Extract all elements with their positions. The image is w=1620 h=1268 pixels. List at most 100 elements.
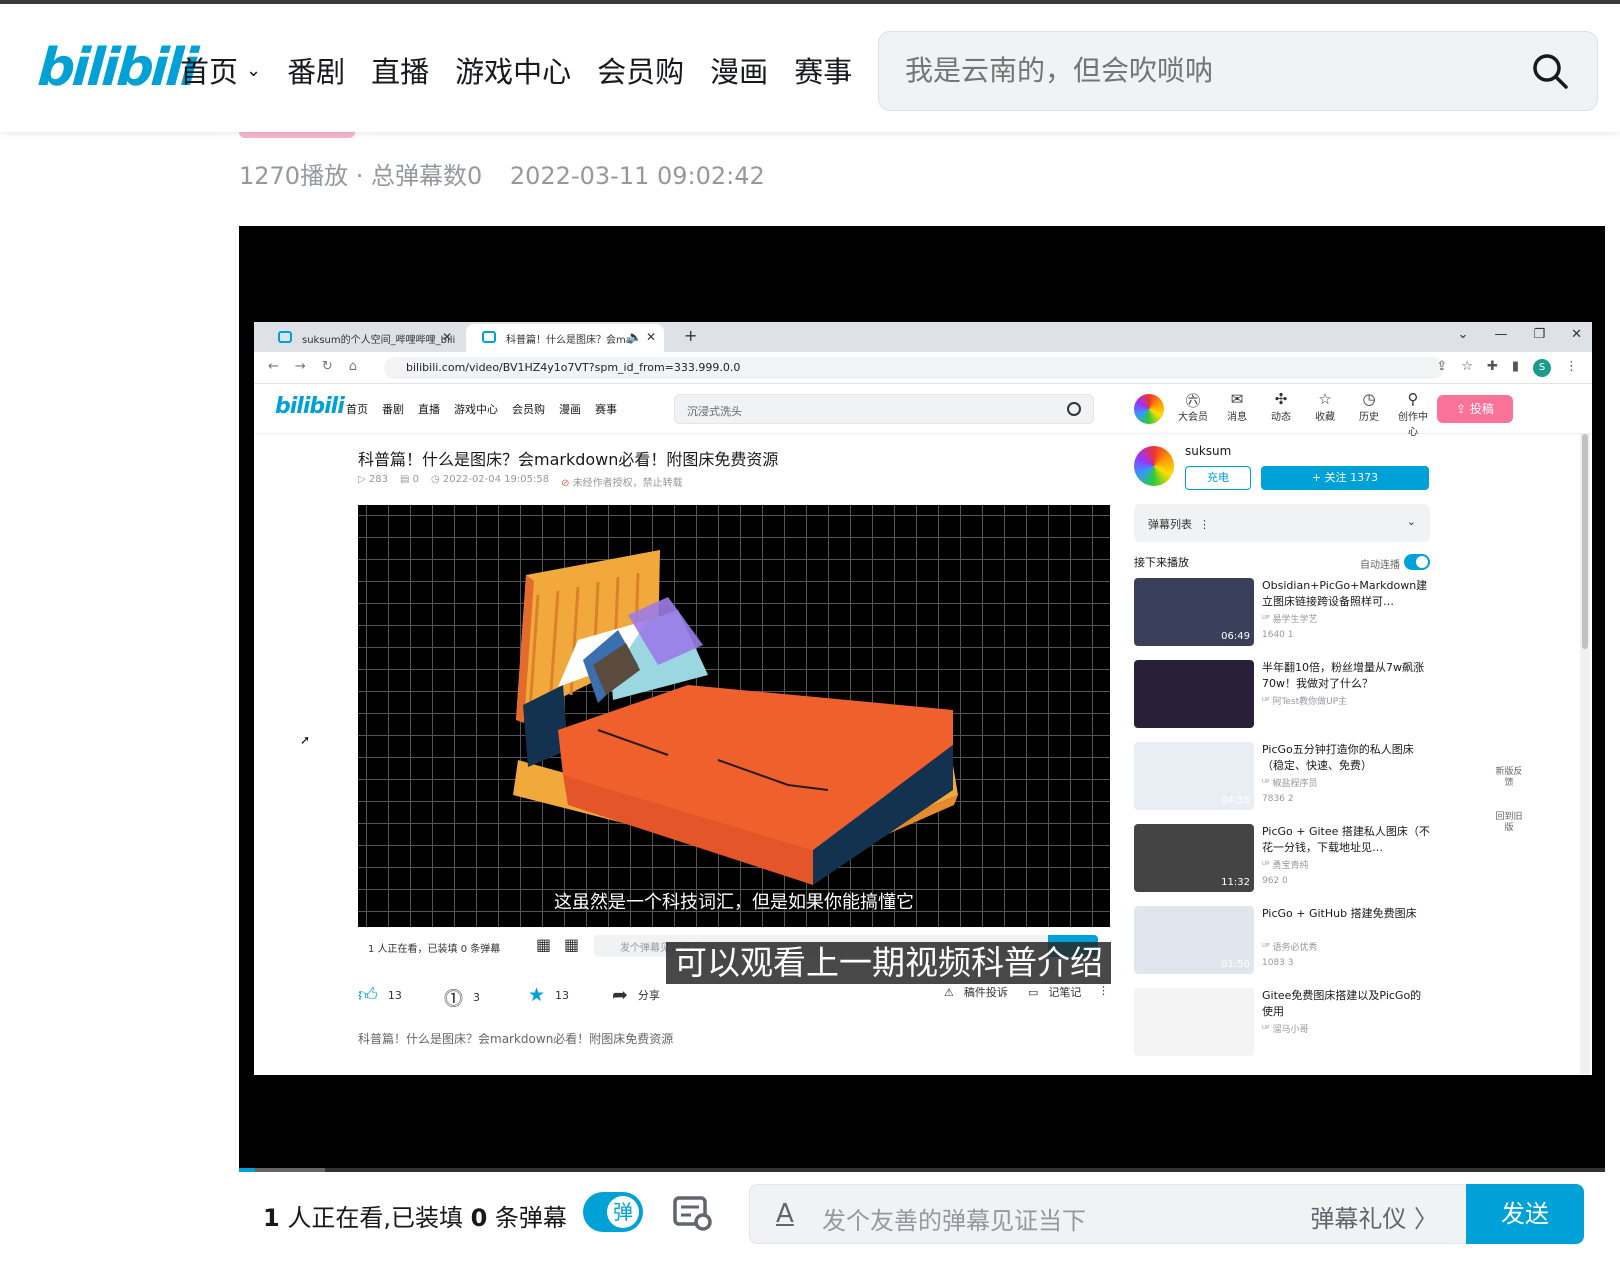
- autoplay-toggle[interactable]: [1404, 554, 1430, 570]
- feedback-link[interactable]: 新版反馈: [1494, 767, 1524, 789]
- rec-title[interactable]: 半年翻10倍，粉丝增量从7w飙涨70w！我做对了什么？: [1262, 660, 1430, 692]
- rec-thumbnail[interactable]: 01:50: [1134, 906, 1254, 974]
- nav-anime[interactable]: 番剧: [287, 49, 345, 91]
- restore-icon[interactable]: ❐: [1533, 327, 1545, 342]
- sidebar-icon[interactable]: ▮: [1512, 359, 1519, 377]
- rec-title[interactable]: Obsidian+PicGo+Markdown建立图床链接跨设备照样可…: [1262, 578, 1430, 610]
- history-icon[interactable]: ◷ 历史: [1354, 390, 1384, 438]
- search-input[interactable]: [905, 32, 1505, 110]
- url-field[interactable]: bilibili.com/video/BV1HZ4y1o7VT?spm_id_f…: [384, 357, 1444, 379]
- new-tab-icon[interactable]: +: [684, 326, 697, 345]
- inner-nav-item[interactable]: 赛事: [595, 401, 617, 417]
- more-icon[interactable]: ⋮: [1098, 984, 1109, 997]
- inner-bilibili-logo[interactable]: bilibili: [275, 394, 345, 419]
- danmaku-settings-icon[interactable]: ▦: [564, 935, 579, 954]
- nav-home[interactable]: 首页 ⌄: [180, 49, 261, 91]
- rec-thumbnail[interactable]: 06:49: [1134, 578, 1254, 646]
- rec-title[interactable]: PicGo五分钟打造你的私人图床（稳定、快速、免费）: [1262, 742, 1430, 774]
- reload-icon[interactable]: ↻: [322, 359, 333, 374]
- up-name[interactable]: suksum: [1185, 444, 1231, 458]
- coin-button[interactable]: ⓵3: [444, 984, 480, 1011]
- rec-title[interactable]: PicGo + GitHub 搭建免费图床: [1262, 906, 1430, 938]
- close-icon[interactable]: 🔈 ✕: [627, 330, 656, 344]
- inner-search[interactable]: 沉浸式洗头: [674, 394, 1094, 424]
- close-window-icon[interactable]: ✕: [1571, 327, 1582, 342]
- report-button[interactable]: ⚠ 稿件投诉: [944, 984, 1008, 1000]
- search-icon[interactable]: [1531, 52, 1569, 90]
- upload-button[interactable]: ⇪ 投稿: [1437, 395, 1513, 423]
- charge-button[interactable]: 充电: [1185, 466, 1251, 490]
- inner-video-frame[interactable]: [358, 505, 1110, 927]
- extensions-icon[interactable]: ✚: [1487, 359, 1498, 377]
- old-version-link[interactable]: 回到旧版: [1494, 812, 1524, 834]
- home-icon[interactable]: ⌂: [349, 359, 357, 374]
- favorite-icon[interactable]: ☆ 收藏: [1310, 390, 1340, 438]
- inner-nav-item[interactable]: 番剧: [382, 401, 404, 417]
- minimize-icon[interactable]: —: [1494, 327, 1507, 342]
- message-icon[interactable]: ✉ 消息: [1222, 390, 1252, 438]
- follow-button[interactable]: + 关注 1373: [1261, 466, 1429, 490]
- nav-game-center[interactable]: 游戏中心: [455, 49, 571, 91]
- danmaku-toggle-icon[interactable]: ▦: [536, 935, 551, 954]
- recommendation-item[interactable]: Gitee免费图床搭建以及PicGo的使用 ᵁᴾ 溜马小哥: [1134, 988, 1430, 1066]
- inner-nav-item[interactable]: 游戏中心: [454, 401, 498, 417]
- send-button[interactable]: 发送: [1466, 1184, 1584, 1244]
- star-icon[interactable]: ☆: [1461, 359, 1473, 377]
- danmaku-input[interactable]: A 发个友善的弹幕见证当下 弹幕礼仪 〉: [749, 1184, 1469, 1244]
- up-avatar[interactable]: [1134, 446, 1174, 486]
- rec-duration: 04:55: [1221, 795, 1250, 806]
- back-icon[interactable]: ←: [268, 359, 279, 374]
- favorite-button[interactable]: ★ 13: [528, 984, 569, 1006]
- bilibili-logo[interactable]: bilibili: [36, 38, 198, 98]
- user-avatar[interactable]: [1134, 394, 1164, 424]
- inner-nav-item[interactable]: 会员购: [512, 401, 545, 417]
- danmaku-switch[interactable]: 弹: [583, 1192, 643, 1232]
- scroll-thumb[interactable]: [1582, 434, 1588, 649]
- rec-title[interactable]: Gitee免费图床搭建以及PicGo的使用: [1262, 988, 1430, 1020]
- rec-thumbnail[interactable]: 04:55: [1134, 742, 1254, 810]
- recommendation-item[interactable]: 04:55 PicGo五分钟打造你的私人图床（稳定、快速、免费） ᵁᴾ 椒盐程序员 7…: [1134, 742, 1430, 820]
- tab-label: 科普篇！什么是图床？会ma: [506, 335, 632, 346]
- search-icon[interactable]: [1067, 402, 1081, 416]
- rec-author[interactable]: ᵁᴾ 溜马小哥: [1262, 1022, 1308, 1035]
- close-icon[interactable]: ✕: [442, 330, 452, 344]
- rec-thumbnail[interactable]: [1134, 660, 1254, 728]
- nav-live[interactable]: 直播: [371, 49, 429, 91]
- inner-scrollbar[interactable]: [1580, 434, 1590, 1074]
- forward-icon[interactable]: →: [295, 359, 306, 374]
- rec-author[interactable]: ᵁᴾ 语务必优秀: [1262, 940, 1317, 953]
- text-style-icon[interactable]: A: [776, 1199, 794, 1229]
- inner-nav-item[interactable]: 首页: [346, 401, 368, 417]
- recommendation-item[interactable]: 01:50 PicGo + GitHub 搭建免费图床 ᵁᴾ 语务必优秀 1083 3: [1134, 906, 1430, 984]
- rec-author[interactable]: ᵁᴾ 易学生学艺: [1262, 612, 1317, 625]
- notes-button[interactable]: ▭ 记笔记: [1028, 984, 1081, 1000]
- inner-nav-item[interactable]: 直播: [418, 401, 440, 417]
- recommendation-item[interactable]: 11:32 PicGo + Gitee 搭建私人图床（不花一分钱，下载地址见… ᵁᴾ…: [1134, 824, 1430, 902]
- nav-esports[interactable]: 赛事: [794, 49, 852, 91]
- danmaku-settings-icon[interactable]: [673, 1194, 713, 1232]
- share-button[interactable]: ➦ 分享: [612, 984, 660, 1006]
- nav-vip-shop[interactable]: 会员购: [597, 49, 684, 91]
- rec-thumbnail[interactable]: [1134, 988, 1254, 1056]
- menu-icon[interactable]: ⋮: [1565, 359, 1578, 377]
- nav-manga[interactable]: 漫画: [710, 49, 768, 91]
- tab-list-icon[interactable]: ⌄: [1458, 327, 1469, 342]
- browser-tab-active[interactable]: 科普篇！什么是图床？会ma 🔈 ✕: [466, 324, 664, 352]
- vip-icon[interactable]: ㊅大会员: [1178, 390, 1208, 438]
- danmaku-list[interactable]: 弹幕列表 ⋮ ⌄: [1134, 504, 1430, 542]
- browser-tab[interactable]: suksum的个人空间_哔哩哔哩_bili ✕: [262, 324, 460, 352]
- rec-title[interactable]: PicGo + Gitee 搭建私人图床（不花一分钱，下载地址见…: [1262, 824, 1430, 856]
- share-icon[interactable]: ⇪: [1436, 359, 1447, 377]
- inner-nav-item[interactable]: 漫画: [559, 401, 581, 417]
- recommendation-item[interactable]: 半年翻10倍，粉丝增量从7w飙涨70w！我做对了什么？ ᵁᴾ 阿Test教你做UP…: [1134, 660, 1430, 738]
- dynamic-icon[interactable]: ✣ 动态: [1266, 390, 1296, 438]
- recommendation-item[interactable]: 06:49 Obsidian+PicGo+Markdown建立图床链接跨设备照样可…: [1134, 578, 1430, 656]
- profile-avatar[interactable]: S: [1533, 359, 1551, 377]
- rec-author[interactable]: ᵁᴾ 阿Test教你做UP主: [1262, 694, 1347, 707]
- rec-author[interactable]: ᵁᴾ 勇宝青纯: [1262, 858, 1308, 871]
- creator-icon[interactable]: ⚲ 创作中心: [1398, 390, 1428, 438]
- danmaku-etiquette-link[interactable]: 弹幕礼仪 〉: [1310, 1199, 1438, 1234]
- rec-thumbnail[interactable]: 11:32: [1134, 824, 1254, 892]
- rec-author[interactable]: ᵁᴾ 椒盐程序员: [1262, 776, 1317, 789]
- like-button[interactable]: 👍︎ 13: [358, 984, 402, 1007]
